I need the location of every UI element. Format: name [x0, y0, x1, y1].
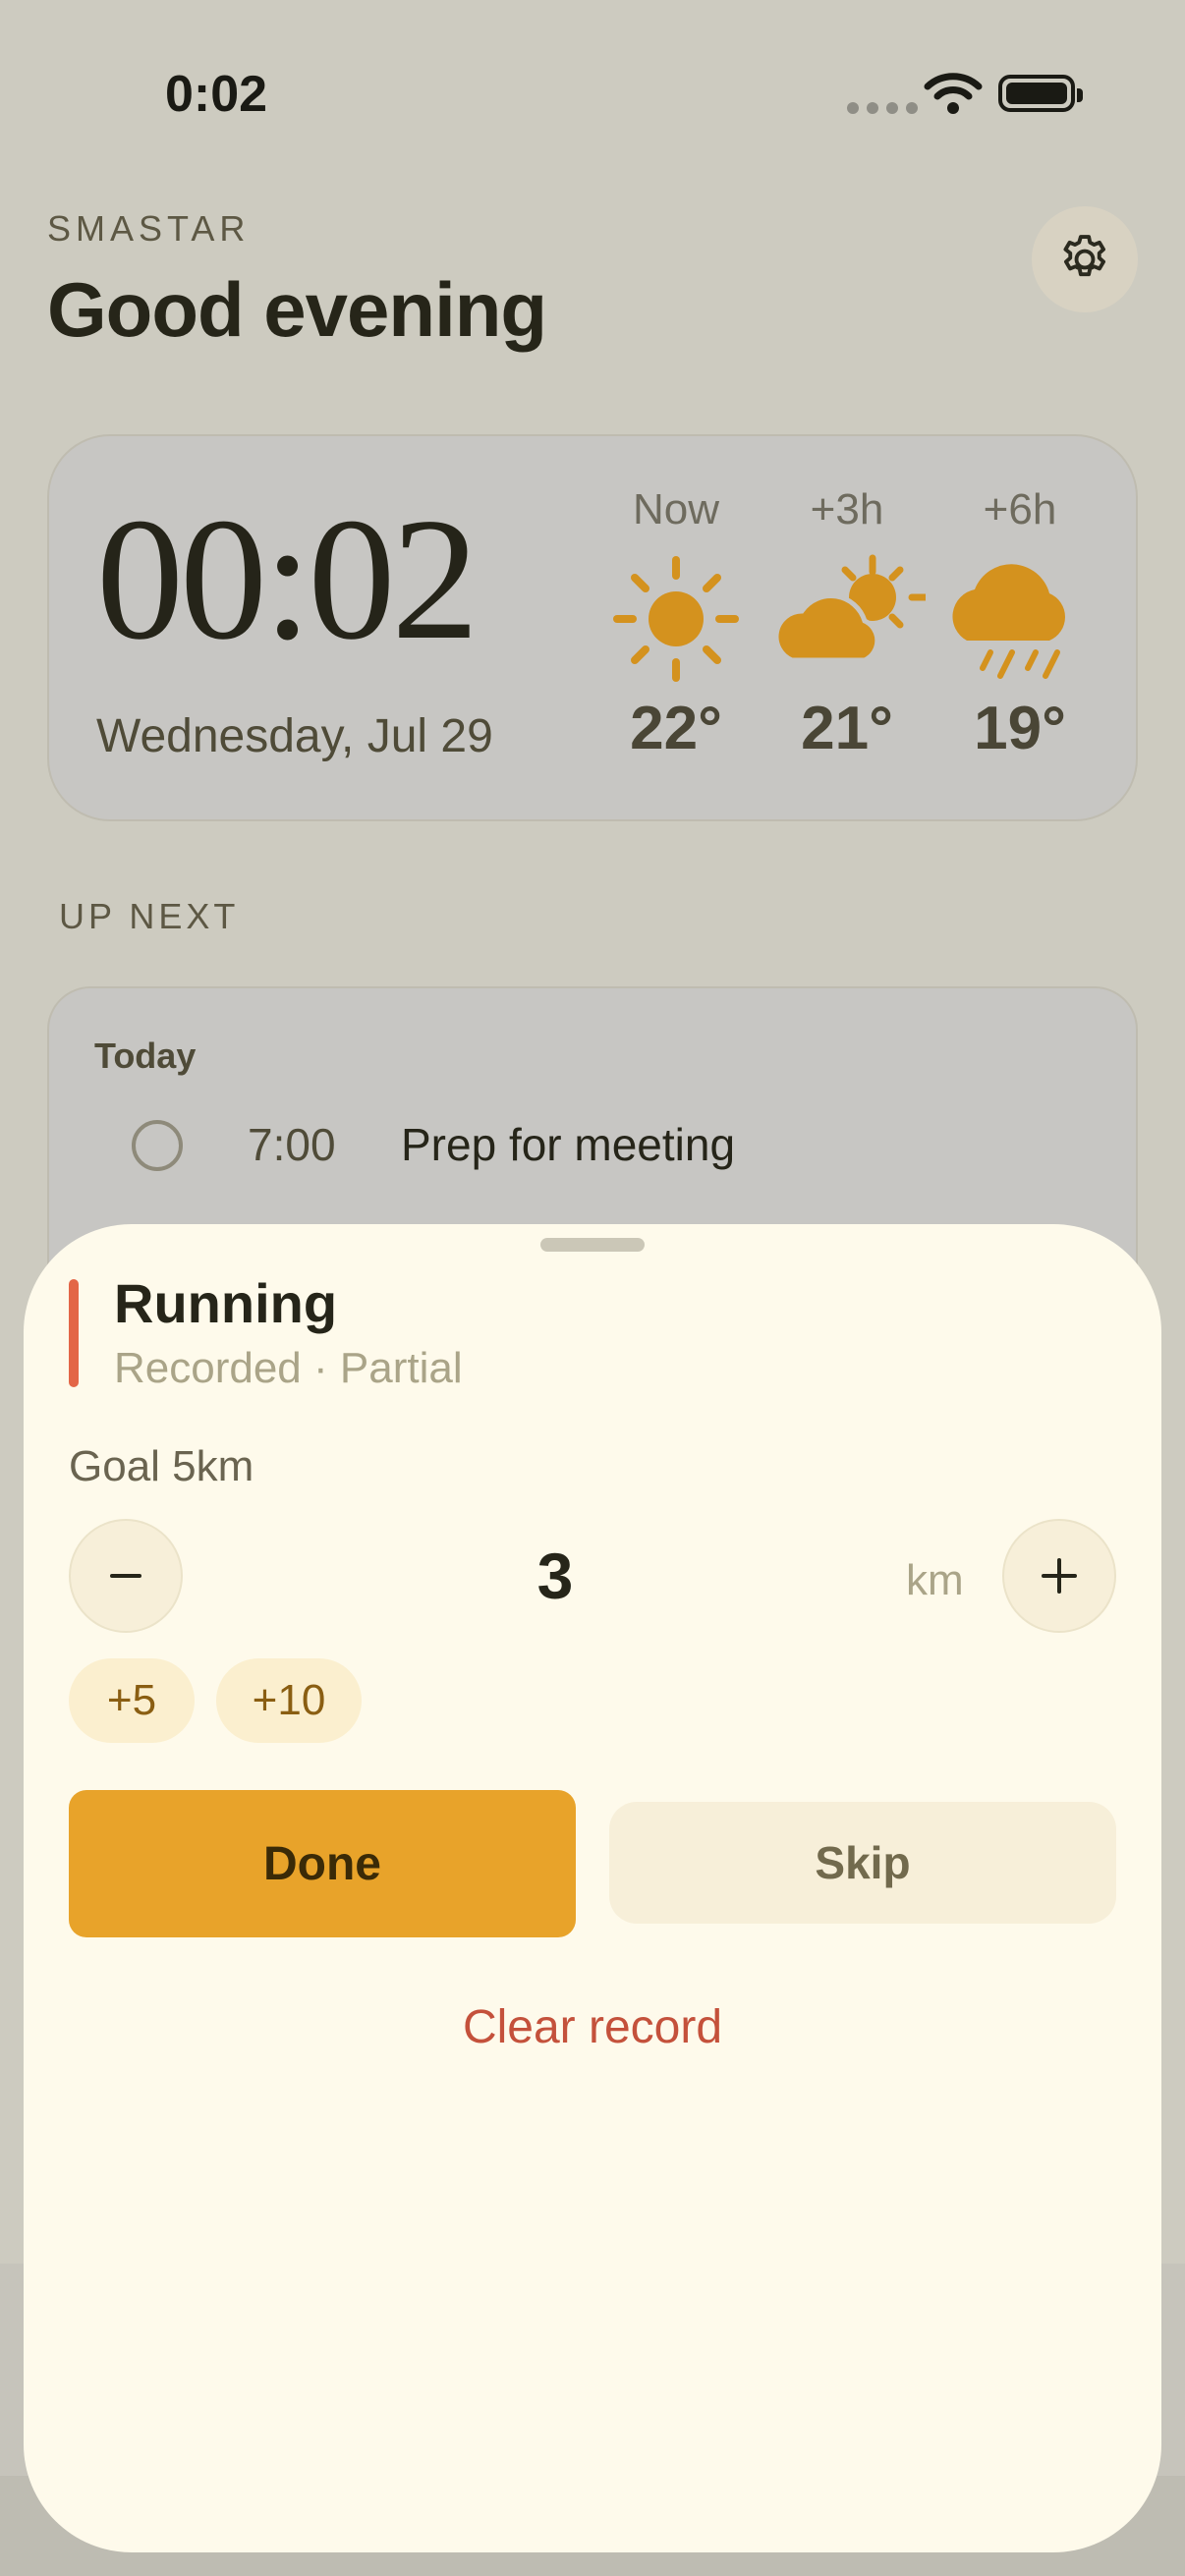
- habit-status: Recorded · Partial: [114, 1344, 463, 1392]
- settings-button[interactable]: [1032, 206, 1138, 312]
- habit-goal: Goal 5km: [69, 1442, 254, 1490]
- decrement-button[interactable]: [69, 1519, 183, 1633]
- rain-cloud-icon: [952, 564, 1065, 679]
- clear-record-button[interactable]: Clear record: [344, 2000, 841, 2054]
- weather-label-now: Now: [632, 485, 720, 533]
- clock-time: 00:02: [96, 481, 479, 676]
- minus-icon: [110, 1574, 141, 1578]
- task-time: 7:00: [248, 1119, 336, 1170]
- greeting-title: Good evening: [47, 266, 547, 353]
- wifi-icon: [924, 73, 983, 114]
- progress-unit: km: [906, 1556, 964, 1604]
- sun-icon: [613, 556, 739, 682]
- skip-button[interactable]: Skip: [609, 1802, 1116, 1924]
- cellular-signal-icon: [847, 102, 918, 114]
- plus-icon: [1042, 1558, 1077, 1594]
- increment-button[interactable]: [1002, 1519, 1116, 1633]
- weather-label-6h: +6h: [983, 485, 1057, 533]
- task-checkbox[interactable]: [132, 1120, 183, 1171]
- app-brand: SMASTAR: [47, 208, 251, 249]
- status-time: 0:02: [165, 66, 268, 123]
- battery-icon: [998, 75, 1083, 112]
- weather-label-3h: +3h: [810, 485, 884, 533]
- quick-add-10-button[interactable]: +10: [216, 1658, 362, 1743]
- habit-color-bar: [69, 1279, 79, 1387]
- quick-add-5-button[interactable]: +5: [69, 1658, 195, 1743]
- clock-date: Wednesday, Jul 29: [96, 710, 493, 762]
- weather-temp-now: 22°: [630, 695, 722, 762]
- habit-title: Running: [114, 1272, 338, 1334]
- gear-icon: [1063, 235, 1106, 277]
- done-button[interactable]: Done: [69, 1790, 576, 1937]
- progress-value[interactable]: 3: [472, 1539, 639, 1613]
- partly-cloudy-icon: [773, 554, 926, 663]
- weather-temp-3h: 21°: [801, 695, 893, 762]
- task-title[interactable]: Prep for meeting: [401, 1118, 735, 1171]
- day-label: Today: [94, 1036, 197, 1076]
- up-next-heading: UP NEXT: [59, 896, 240, 936]
- weather-temp-6h: 19°: [974, 695, 1066, 762]
- sheet-grabber[interactable]: [540, 1238, 645, 1252]
